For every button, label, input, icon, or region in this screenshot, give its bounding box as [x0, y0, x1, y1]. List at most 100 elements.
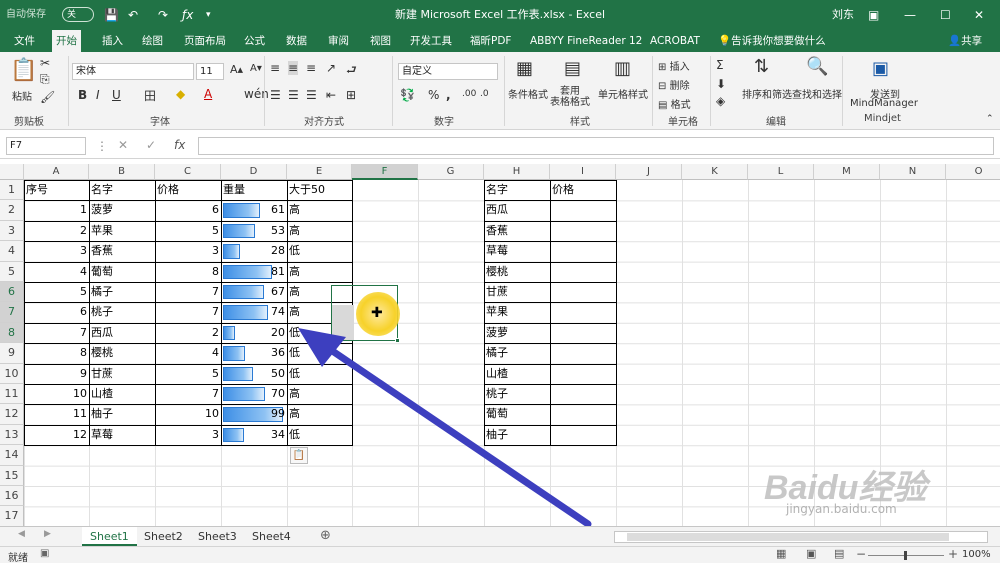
zoom-slider-thumb[interactable]	[904, 551, 907, 560]
normal-view-icon[interactable]: ▦	[776, 547, 786, 560]
tab-draw[interactable]: 绘图	[138, 30, 167, 52]
conditional-format-icon[interactable]: ▦	[516, 58, 533, 79]
row-header-12[interactable]: 12	[0, 404, 24, 425]
scroll-thumb[interactable]	[627, 533, 949, 541]
row-header-11[interactable]: 11	[0, 384, 24, 405]
font-name-select[interactable]: 宋体	[72, 63, 194, 80]
mindmanager-label[interactable]: MindManager	[850, 98, 918, 109]
format-painter-icon[interactable]: 🖌	[40, 90, 55, 104]
worksheet-grid[interactable]: ABCDEFGHIJKLMNO 1 2 3 4 5 6 7 8 9 10 11 12 13 14 15 16 1…	[0, 164, 1000, 527]
column-header-n[interactable]: N	[880, 164, 946, 180]
sheet-tab[interactable]: Sheet2	[136, 527, 191, 546]
insert-cells-button[interactable]: ⊞ 插入	[658, 58, 690, 73]
ribbon-options-icon[interactable]: ▣	[868, 0, 879, 30]
column-header-o[interactable]: O	[946, 164, 1000, 180]
align-center-icon[interactable]: ☰	[288, 88, 299, 102]
tab-review[interactable]: 审阅	[324, 30, 353, 52]
name-box[interactable]: F7	[6, 137, 86, 155]
percent-icon[interactable]: %	[428, 88, 439, 102]
align-top-icon[interactable]: ≡	[270, 61, 280, 75]
customize-icon[interactable]: ▾	[206, 0, 211, 30]
row-header-13[interactable]: 13	[0, 424, 24, 446]
autosum-icon[interactable]: Σ	[716, 58, 724, 72]
sort-filter-icon[interactable]: ⇅	[754, 56, 769, 77]
sheet-tab[interactable]: Sheet1	[82, 527, 137, 546]
align-middle-icon[interactable]: ≡	[288, 61, 299, 75]
close-icon[interactable]: ✕	[974, 0, 984, 30]
increase-decimal-icon[interactable]: .00	[462, 89, 476, 99]
row-header-5[interactable]: 5	[0, 261, 24, 282]
row-header-3[interactable]: 3	[0, 220, 24, 242]
row-header-15[interactable]: 15	[0, 465, 24, 486]
table-format-label[interactable]: 套用 表格格式	[550, 86, 590, 108]
row-header-7[interactable]: 7	[0, 302, 24, 323]
cancel-entry-icon[interactable]: ✕	[118, 138, 128, 152]
font-size-select[interactable]: 11	[196, 63, 224, 80]
tab-abbyy[interactable]: ABBYY FineReader 12	[526, 30, 646, 52]
tab-view[interactable]: 视图	[366, 30, 395, 52]
tab-developer[interactable]: 开发工具	[406, 30, 456, 52]
cell-style-icon[interactable]: ▥	[614, 58, 631, 79]
phonetic-icon[interactable]: wén	[244, 87, 269, 101]
column-header-g[interactable]: G	[418, 164, 484, 180]
number-format-select[interactable]: 自定义	[398, 63, 498, 80]
paste-label[interactable]: 粘贴	[12, 88, 32, 103]
conditional-format-label[interactable]: 条件格式	[508, 86, 548, 101]
column-header-e[interactable]: E	[287, 164, 352, 180]
fill-icon[interactable]: ⬇	[716, 77, 726, 91]
share-button[interactable]: 👤共享	[944, 30, 986, 52]
tab-home[interactable]: 开始	[52, 30, 81, 53]
find-select-label[interactable]: 查找和选择	[792, 86, 842, 101]
tab-page-layout[interactable]: 页面布局	[180, 30, 230, 52]
wrap-text-icon[interactable]: ⮐	[346, 61, 357, 82]
autosave-toggle[interactable]: 关	[62, 7, 94, 22]
row-header-16[interactable]: 16	[0, 486, 24, 507]
row-header-10[interactable]: 10	[0, 363, 24, 384]
paste-icon[interactable]: 📋	[10, 58, 37, 83]
clear-icon[interactable]: ◈	[716, 94, 725, 108]
align-bottom-icon[interactable]: ≡	[306, 61, 316, 75]
undo-icon[interactable]: ↶	[128, 0, 138, 30]
column-header-b[interactable]: B	[89, 164, 155, 180]
find-select-icon[interactable]: 🔍	[806, 56, 828, 77]
more-options-icon[interactable]: ⋮	[96, 139, 108, 153]
tab-file[interactable]: 文件	[10, 30, 39, 52]
tell-me-search[interactable]: 💡告诉我你想要做什么	[714, 30, 830, 52]
sheet-tab[interactable]: Sheet3	[190, 527, 245, 546]
delete-cells-button[interactable]: ⊟ 删除	[658, 77, 690, 92]
next-sheet-icon[interactable]: ▶	[44, 529, 51, 539]
cut-icon[interactable]: ✂	[40, 56, 50, 70]
prev-sheet-icon[interactable]: ◀	[18, 529, 25, 539]
tab-foxit-pdf[interactable]: 福昕PDF	[466, 30, 515, 52]
font-color-icon[interactable]: A	[204, 87, 212, 101]
sort-filter-label[interactable]: 排序和筛选	[742, 86, 792, 101]
comma-icon[interactable]: ,	[446, 88, 451, 102]
row-header-2[interactable]: 2	[0, 200, 24, 221]
page-break-view-icon[interactable]: ▤	[834, 547, 844, 560]
copy-icon[interactable]: ⎘	[40, 72, 50, 87]
fx-quick-icon[interactable]: ƒx	[182, 0, 193, 30]
row-header-6[interactable]: 6	[0, 282, 24, 303]
mindmanager-icon[interactable]: ▣	[872, 58, 889, 79]
fill-handle[interactable]	[395, 338, 400, 343]
tab-data[interactable]: 数据	[282, 30, 311, 52]
orientation-icon[interactable]: ↗	[326, 61, 336, 75]
column-header-c[interactable]: C	[155, 164, 221, 180]
formula-input[interactable]	[198, 137, 994, 155]
minimize-icon[interactable]: —	[904, 0, 916, 30]
zoom-out-icon[interactable]: −	[856, 547, 866, 561]
decrease-decimal-icon[interactable]: .0	[480, 89, 489, 99]
insert-function-icon[interactable]: fx	[174, 138, 185, 152]
table-format-icon[interactable]: ▤	[564, 58, 581, 79]
fill-color-icon[interactable]: ◆	[176, 87, 185, 101]
column-header-j[interactable]: J	[616, 164, 682, 180]
row-header-9[interactable]: 9	[0, 343, 24, 364]
column-header-k[interactable]: K	[682, 164, 748, 180]
column-header-d[interactable]: D	[221, 164, 287, 180]
increase-font-icon[interactable]: A▴	[230, 63, 243, 76]
paste-options-icon[interactable]: 📋	[290, 447, 308, 464]
zoom-level[interactable]: 100%	[962, 549, 991, 560]
column-header-l[interactable]: L	[748, 164, 814, 180]
currency-icon[interactable]: 💱	[400, 88, 415, 102]
decrease-font-icon[interactable]: A▾	[250, 63, 262, 74]
